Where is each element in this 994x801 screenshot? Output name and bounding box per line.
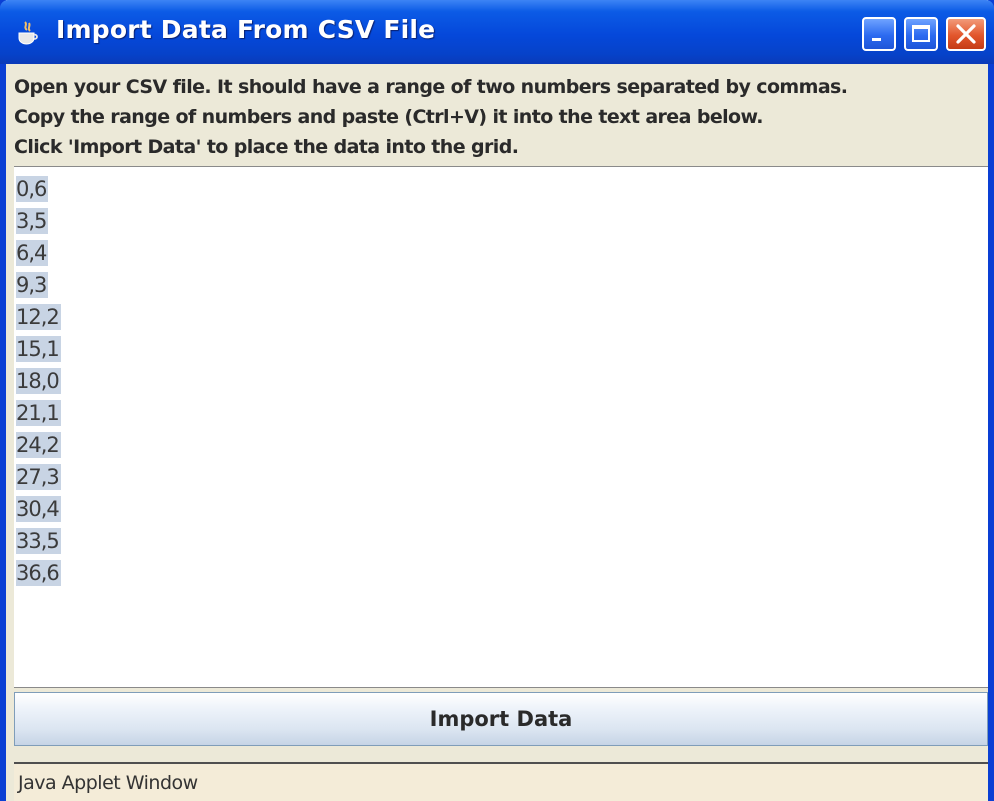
close-button[interactable] bbox=[946, 17, 986, 51]
window-title: Import Data From CSV File bbox=[56, 15, 436, 44]
csv-line: 15,1 bbox=[16, 336, 61, 362]
csv-line: 6,4 bbox=[16, 240, 49, 266]
csv-line: 24,2 bbox=[16, 432, 61, 458]
csv-line: 33,5 bbox=[16, 528, 61, 554]
csv-lines: 0,6 3,5 6,4 9,3 12,2 15,1 18,0 21,1 24,2… bbox=[16, 173, 61, 589]
csv-line: 12,2 bbox=[16, 304, 61, 330]
import-data-button[interactable]: Import Data bbox=[14, 692, 988, 746]
instruction-line: Open your CSV file. It should have a ran… bbox=[14, 76, 848, 98]
instructions-text: Open your CSV file. It should have a ran… bbox=[14, 72, 984, 162]
title-bar[interactable]: Import Data From CSV File bbox=[0, 0, 994, 64]
csv-line: 18,0 bbox=[16, 368, 61, 394]
csv-line: 9,3 bbox=[16, 272, 49, 298]
csv-line: 30,4 bbox=[16, 496, 61, 522]
instruction-line: Click 'Import Data' to place the data in… bbox=[14, 136, 519, 158]
minimize-button[interactable] bbox=[862, 17, 896, 51]
instruction-line: Copy the range of numbers and paste (Ctr… bbox=[14, 106, 763, 128]
csv-text-area[interactable]: 0,6 3,5 6,4 9,3 12,2 15,1 18,0 21,1 24,2… bbox=[14, 166, 988, 688]
import-dialog-window: Import Data From CSV File Open your CSV … bbox=[0, 0, 994, 801]
csv-line: 36,6 bbox=[16, 560, 61, 586]
maximize-button[interactable] bbox=[904, 17, 938, 51]
csv-line: 21,1 bbox=[16, 400, 61, 426]
java-cup-icon bbox=[18, 21, 38, 45]
maximize-icon bbox=[912, 25, 930, 42]
csv-line: 0,6 bbox=[16, 176, 49, 202]
csv-line: 3,5 bbox=[16, 208, 49, 234]
status-bar: Java Applet Window bbox=[14, 762, 988, 801]
status-text: Java Applet Window bbox=[18, 772, 198, 794]
close-icon bbox=[956, 24, 976, 44]
minimize-icon bbox=[872, 38, 881, 41]
csv-line: 27,3 bbox=[16, 464, 61, 490]
